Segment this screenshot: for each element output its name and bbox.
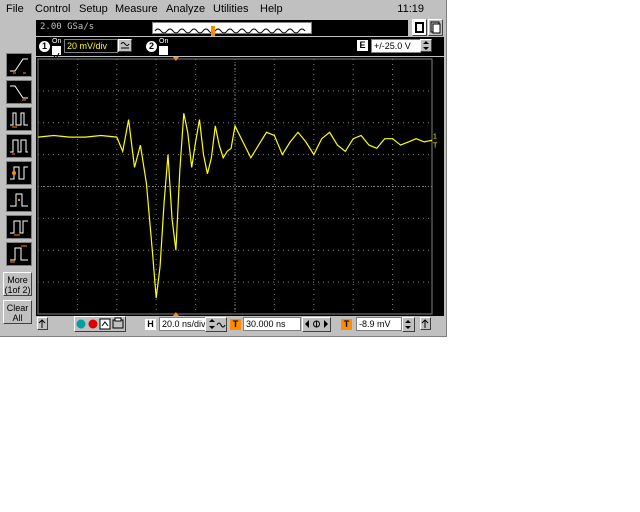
channel-1-on-checkbox[interactable]	[52, 46, 61, 60]
sample-rate-readout: 2.00 GSa/s	[40, 22, 95, 32]
memory-waveform-icon	[154, 26, 306, 36]
scope-application-window: File Control Setup Measure Analyze Utili…	[0, 0, 447, 337]
spinner-arrows-icon	[423, 41, 429, 50]
tool-pulse-width[interactable]	[6, 134, 32, 158]
delay-t-marker: T	[230, 319, 241, 330]
horizontal-controls-bar: H 20.0 ns/div T 30.000 ns T -8.9 mV	[36, 316, 444, 334]
channel-1-coupling-button[interactable]	[118, 39, 132, 52]
setup-hold-trigger-icon	[10, 245, 28, 263]
more-button[interactable]: More (1of 2)	[3, 272, 32, 296]
clear-all-label-1: Clear	[6, 303, 29, 313]
menu-measure[interactable]: Measure	[115, 3, 158, 15]
arrow-up-icon	[421, 319, 429, 328]
channel-1-on-label: On	[52, 38, 62, 45]
menu-analyze[interactable]: Analyze	[166, 3, 205, 15]
memory-bar	[152, 22, 312, 36]
channel-1-badge[interactable]: 1	[39, 41, 50, 52]
arrow-up-icon	[38, 319, 46, 328]
timebase-scale-field[interactable]: 20.0 ns/div	[159, 317, 207, 331]
waveform-display[interactable]: 1T	[36, 57, 444, 316]
tool-rising-edge[interactable]	[6, 53, 32, 77]
tool-timeout[interactable]	[6, 215, 32, 239]
tool-pattern[interactable]	[6, 161, 32, 185]
trigger-level-field[interactable]: -8.9 mV	[356, 317, 402, 331]
channel-1-level-marker: 1	[433, 133, 437, 140]
tool-state[interactable]	[6, 188, 32, 212]
channel-2-on-checkbox[interactable]	[159, 46, 168, 55]
single-screen-icon	[415, 22, 424, 33]
trigger-source-e-marker: E	[357, 40, 368, 51]
trigger-level-spinner[interactable]	[402, 317, 415, 332]
dual-screen-icon	[430, 21, 441, 34]
channel-row: 1 On 20 mV/div 2 On E +/-25.0 V	[36, 37, 444, 60]
menu-control[interactable]: Control	[35, 3, 70, 15]
clock: 11:19	[397, 3, 424, 15]
pulse-width-trigger-icon	[10, 139, 28, 155]
clear-all-button[interactable]: Clear All	[3, 300, 32, 324]
trigger-range-field[interactable]: +/-25.0 V	[371, 39, 421, 53]
glitch-trigger-icon	[10, 112, 28, 128]
single-screen-mode-button[interactable]	[412, 19, 427, 36]
menu-file[interactable]: File	[6, 3, 24, 15]
waveform-graticule: 1T	[37, 57, 438, 316]
timebase-spinner[interactable]	[205, 317, 227, 332]
trigger-level-marker: T	[433, 142, 438, 149]
channel-2-on-label: On	[159, 38, 169, 45]
run-stop-single-icons	[76, 317, 124, 330]
bottom-scroll-top-button[interactable]	[37, 317, 48, 330]
ac-coupling-icon	[120, 42, 130, 49]
delay-nudge-buttons[interactable]	[302, 317, 331, 332]
timeout-trigger-icon	[10, 220, 28, 236]
bottom-scroll-up-button[interactable]	[420, 317, 431, 330]
tool-glitch[interactable]	[6, 107, 32, 131]
timebase-delay-field[interactable]: 30.000 ns	[243, 317, 301, 331]
trigger-range-spinner[interactable]	[420, 39, 432, 52]
trigger-t-marker: T	[341, 319, 352, 330]
acquisition-strip: 2.00 GSa/s	[36, 20, 408, 36]
spinner-wave-icon	[209, 319, 226, 329]
pattern-trigger-icon	[10, 166, 28, 180]
tool-falling-edge[interactable]	[6, 80, 32, 104]
more-button-label: More	[7, 275, 28, 285]
rising-edge-trigger-icon	[10, 58, 28, 74]
tool-setup-hold[interactable]	[6, 242, 32, 266]
menu-help[interactable]: Help	[260, 3, 283, 15]
trigger-mode-toolbar: More (1of 2) Clear All	[0, 50, 34, 334]
horizontal-h-marker: H	[145, 319, 156, 330]
state-trigger-icon	[10, 193, 28, 207]
clear-all-label-2: All	[12, 313, 23, 323]
menu-setup[interactable]: Setup	[79, 3, 108, 15]
menu-bar: File Control Setup Measure Analyze Utili…	[0, 0, 446, 18]
channel-1-scale-field[interactable]: 20 mV/div	[64, 39, 118, 53]
run-control-group	[74, 316, 126, 332]
channel-2-badge[interactable]: 2	[146, 41, 157, 52]
menu-utilities[interactable]: Utilities	[213, 3, 248, 15]
delay-nudge-icon	[305, 320, 328, 328]
falling-edge-trigger-icon	[10, 85, 28, 101]
dual-screen-mode-button[interactable]	[428, 19, 443, 36]
spinner-arrows-icon	[405, 320, 411, 329]
more-button-page: (1of 2)	[4, 285, 31, 295]
